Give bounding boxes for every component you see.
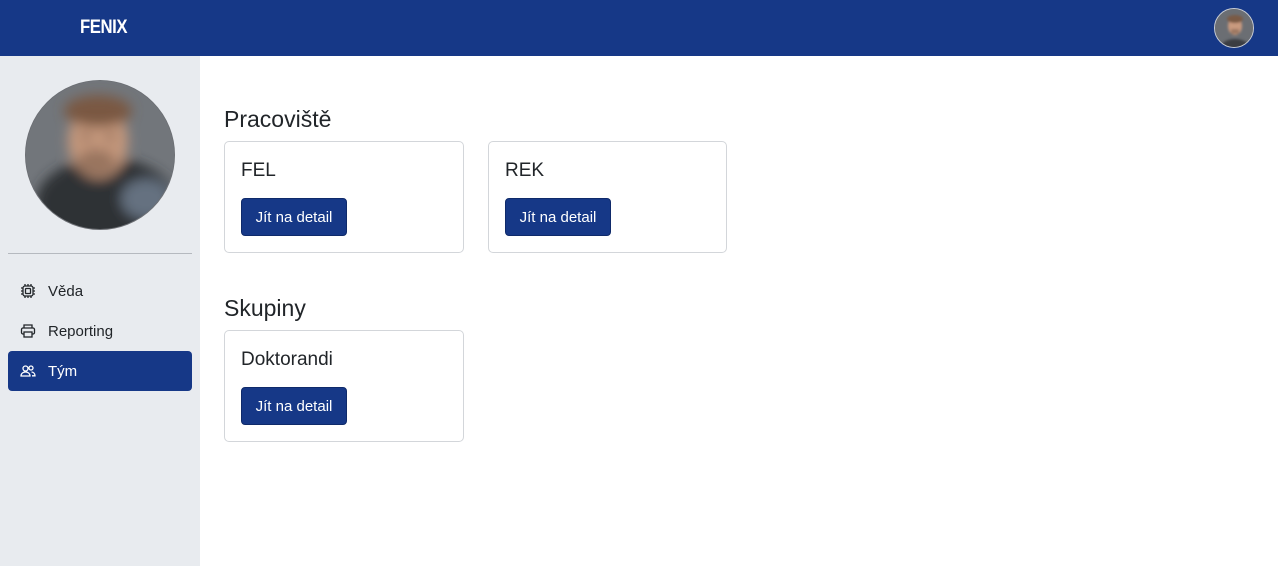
profile-avatar — [25, 80, 175, 230]
detail-button[interactable]: Jít na detail — [241, 198, 347, 236]
sidebar-divider — [8, 253, 192, 254]
sidebar-item-tym[interactable]: Tým — [8, 351, 192, 391]
sidebar-nav: Věda Reporting Tým — [8, 271, 192, 391]
sidebar-item-reporting[interactable]: Reporting — [8, 311, 192, 351]
cpu-icon — [20, 283, 36, 299]
sidebar-item-label: Věda — [48, 282, 84, 300]
group-card-doktorandi: Doktorandi Jít na detail — [224, 330, 464, 442]
people-icon — [20, 363, 36, 379]
sidebar-item-label: Reporting — [48, 322, 114, 340]
sidebar: Věda Reporting Tým — [0, 56, 200, 566]
main-content: Pracoviště FEL Jít na detail REK Jít na … — [200, 56, 1278, 566]
brand-logo[interactable]: FENIX — [80, 17, 127, 39]
top-navbar: FENIX — [0, 0, 1278, 56]
avatar-photo — [1215, 9, 1253, 47]
sidebar-item-label: Tým — [48, 362, 78, 380]
user-avatar-button[interactable] — [1214, 8, 1254, 48]
card-title: REK — [505, 160, 545, 181]
workplace-card-rek: REK Jít na detail — [488, 141, 727, 253]
card-title: FEL — [241, 160, 276, 181]
workplace-card-fel: FEL Jít na detail — [224, 141, 464, 253]
sidebar-item-veda[interactable]: Věda — [8, 271, 192, 311]
printer-icon — [20, 323, 36, 339]
section-title-workplaces: Pracoviště — [224, 106, 332, 132]
section-title-groups: Skupiny — [224, 295, 306, 321]
card-title: Doktorandi — [241, 349, 333, 370]
detail-button[interactable]: Jít na detail — [241, 387, 347, 425]
profile-photo — [26, 81, 174, 229]
detail-button[interactable]: Jít na detail — [505, 198, 611, 236]
